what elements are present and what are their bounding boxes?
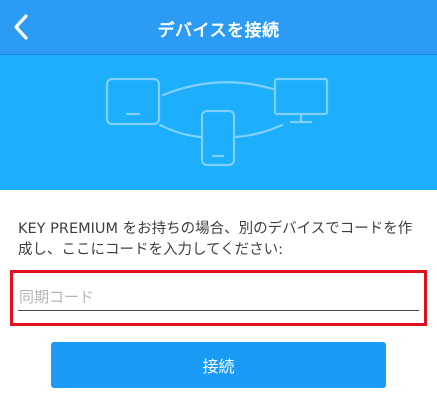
- header-bar: デバイスを接続: [0, 0, 437, 55]
- page-title: デバイスを接続: [157, 21, 280, 41]
- sync-code-input[interactable]: [18, 287, 419, 311]
- connection-line: [234, 123, 284, 139]
- connect-device-screen: デバイスを接続 KEY PREMIUM をお持ちの場合、別のデバイスでコードを作…: [0, 0, 437, 414]
- connection-line: [161, 81, 275, 97]
- connection-line: [158, 123, 202, 139]
- monitor-icon: [273, 77, 329, 124]
- phone-icon: [200, 109, 236, 167]
- connect-button[interactable]: 接続: [51, 342, 386, 388]
- hero-illustration: [0, 55, 437, 190]
- instruction-text: KEY PREMIUM をお持ちの場合、別のデバイスでコードを作成し、ここにコー…: [18, 221, 413, 258]
- tablet-icon: [105, 77, 161, 126]
